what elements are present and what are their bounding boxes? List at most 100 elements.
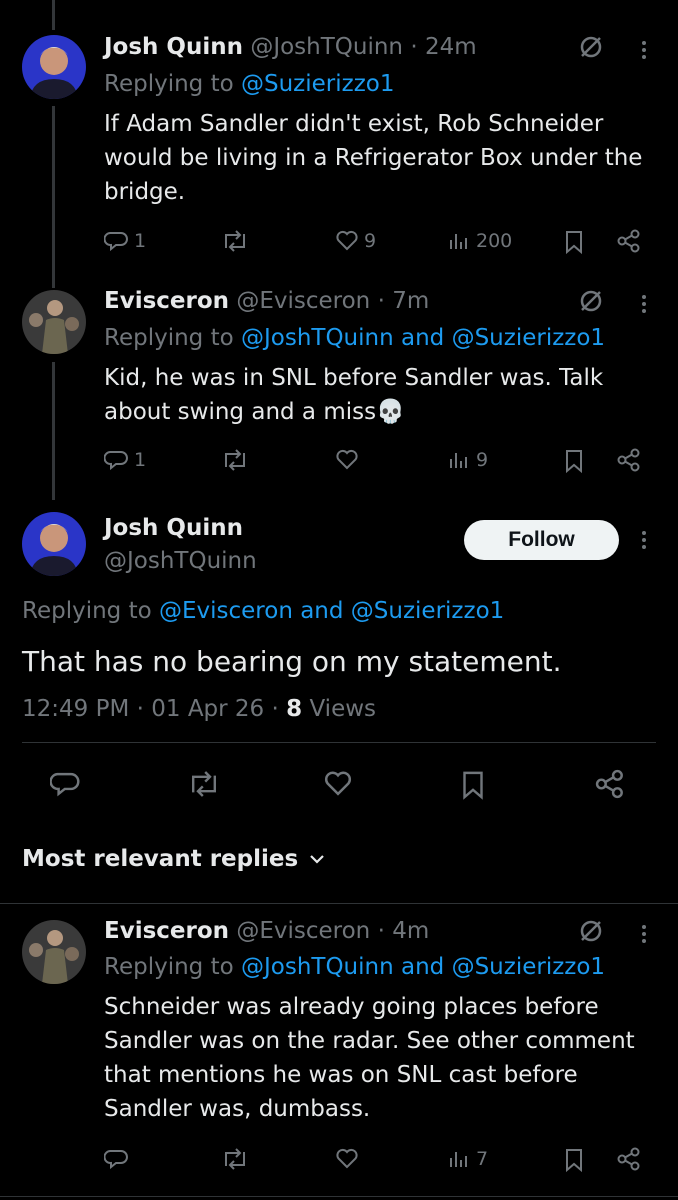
reply-button[interactable] — [50, 768, 82, 800]
views-icon — [450, 453, 467, 468]
reply-icon — [104, 232, 128, 252]
grok-icon[interactable] — [578, 34, 604, 64]
divider — [0, 1196, 678, 1197]
bookmark-button[interactable] — [458, 768, 488, 802]
more-options-icon[interactable] — [642, 922, 648, 946]
tweet-text: Schneider was already going places befor… — [104, 994, 635, 1122]
grok-icon[interactable] — [578, 288, 604, 318]
author-handle[interactable]: @Evisceron — [236, 288, 370, 314]
like-count: 9 — [364, 230, 377, 252]
like-button[interactable] — [334, 447, 360, 473]
like-button[interactable]: 9 — [334, 228, 376, 254]
replies-sort-dropdown[interactable]: Most relevant replies — [22, 846, 326, 872]
tweet-text: If Adam Sandler didn't exist, Rob Schnei… — [104, 111, 643, 205]
divider — [22, 742, 656, 743]
reply-icon — [104, 1150, 128, 1170]
avatar[interactable] — [22, 35, 86, 99]
bookmark-icon — [566, 1149, 582, 1173]
like-button[interactable] — [334, 1146, 360, 1172]
bookmark-button[interactable] — [562, 447, 586, 475]
views-icon — [450, 1152, 467, 1167]
avatar[interactable] — [22, 290, 86, 354]
reply-button[interactable]: 1 — [104, 447, 146, 473]
author-handle[interactable]: @JoshTQuinn — [250, 34, 403, 60]
repost-button[interactable] — [220, 228, 250, 254]
thread-line — [52, 362, 55, 500]
replying-to: Replying to @JoshTQuinn and @Suzierizzo1 — [104, 325, 606, 351]
reply-button[interactable] — [104, 1146, 130, 1172]
share-button[interactable] — [616, 1146, 642, 1172]
avatar[interactable] — [22, 512, 86, 576]
replying-to: Replying to @Suzierizzo1 — [104, 71, 395, 97]
repost-icon — [225, 449, 245, 471]
thread-line — [52, 0, 55, 30]
tweet-header: Josh Quinn @JoshTQuinn · 24m — [104, 32, 477, 62]
tweet-text: Kid, he was in SNL before Sandler was. T… — [104, 365, 604, 425]
views-icon — [450, 234, 467, 249]
bookmark-icon — [463, 771, 483, 800]
heart-icon — [324, 771, 352, 796]
grok-icon[interactable] — [578, 918, 604, 948]
tweet-header: Evisceron @Evisceron · 4m — [104, 916, 429, 946]
replying-to-link[interactable]: @Suzierizzo1 — [241, 71, 395, 97]
more-options-icon[interactable] — [642, 292, 648, 316]
repost-icon — [225, 230, 245, 252]
share-icon — [595, 769, 623, 799]
share-icon — [617, 448, 640, 472]
bookmark-button[interactable] — [562, 1146, 586, 1174]
replying-to-link[interactable]: @Evisceron and @Suzierizzo1 — [159, 598, 504, 624]
views-button[interactable]: 200 — [448, 228, 512, 254]
avatar[interactable] — [22, 920, 86, 984]
more-options-icon[interactable] — [642, 38, 648, 62]
author-name[interactable]: Evisceron — [104, 288, 229, 314]
repost-button[interactable] — [220, 1146, 250, 1172]
reply-count: 1 — [134, 449, 147, 471]
tweet-time[interactable]: · 7m — [378, 288, 430, 314]
divider — [0, 903, 678, 904]
replies-sort-label: Most relevant replies — [22, 846, 299, 872]
chevron-down-icon — [310, 855, 324, 864]
tweet-timestamp: 12:49 PM · 01 Apr 26 · 8 Views — [22, 696, 377, 722]
tweet-header: Evisceron @Evisceron · 7m — [104, 286, 429, 316]
views-button[interactable]: 9 — [448, 447, 488, 473]
heart-icon — [336, 449, 358, 470]
reply-icon — [50, 772, 80, 797]
repost-button[interactable] — [220, 447, 250, 473]
views-count: 9 — [476, 449, 489, 471]
views-count: 7 — [476, 1148, 489, 1170]
author-name[interactable]: Josh Quinn — [104, 34, 243, 60]
follow-button[interactable]: Follow — [464, 520, 619, 560]
repost-icon — [225, 1148, 245, 1170]
views-count[interactable]: 8 — [286, 696, 302, 722]
author-name[interactable]: Josh Quinn — [104, 512, 243, 544]
share-icon — [617, 229, 640, 253]
tweet-time[interactable]: · 24m — [410, 34, 476, 60]
repost-button[interactable] — [186, 768, 222, 800]
heart-icon — [336, 1148, 358, 1169]
heart-icon — [336, 230, 358, 251]
bookmark-icon — [566, 450, 582, 474]
views-count: 200 — [476, 230, 513, 252]
reply-icon — [104, 451, 128, 471]
author-handle[interactable]: @JoshTQuinn — [104, 545, 257, 577]
views-button[interactable]: 7 — [448, 1146, 488, 1172]
more-options-icon[interactable] — [642, 528, 648, 552]
tweet-time[interactable]: · 4m — [378, 918, 430, 944]
author-handle[interactable]: @Evisceron — [236, 918, 370, 944]
reply-button[interactable]: 1 — [104, 228, 146, 254]
reply-count: 1 — [134, 230, 147, 252]
share-button[interactable] — [616, 447, 642, 473]
replying-to: Replying to @Evisceron and @Suzierizzo1 — [22, 598, 505, 624]
share-button[interactable] — [594, 768, 626, 800]
share-button[interactable] — [616, 228, 642, 254]
author-name[interactable]: Evisceron — [104, 918, 229, 944]
replying-to-link[interactable]: @JoshTQuinn and @Suzierizzo1 — [241, 325, 605, 351]
replying-to: Replying to @JoshTQuinn and @Suzierizzo1 — [104, 954, 606, 980]
repost-icon — [192, 771, 216, 797]
share-icon — [617, 1147, 640, 1171]
replying-to-link[interactable]: @JoshTQuinn and @Suzierizzo1 — [241, 954, 605, 980]
bookmark-icon — [566, 231, 582, 255]
like-button[interactable] — [322, 768, 354, 800]
thread-line — [52, 106, 55, 288]
bookmark-button[interactable] — [562, 228, 586, 256]
